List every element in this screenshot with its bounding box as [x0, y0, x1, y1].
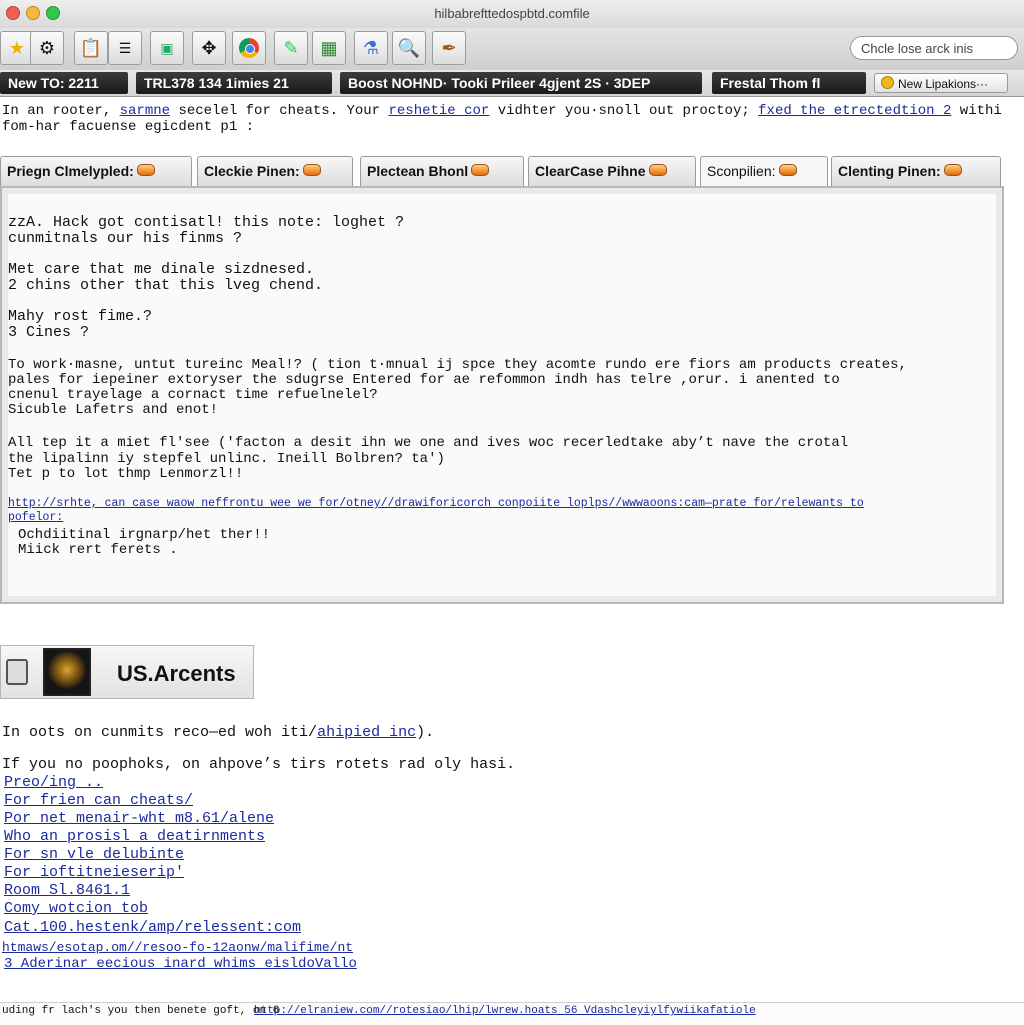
subtab-label: Sconpilien: [707, 163, 776, 179]
content-url-link[interactable]: http://srhte, can case waow neffrontu we… [8, 497, 864, 510]
grid-icon[interactable]: ▦ [312, 31, 346, 65]
link-item-5[interactable]: For sn vle delubinte [4, 846, 184, 863]
chrome-icon[interactable] [232, 31, 266, 65]
subtab-badge-icon [778, 164, 797, 176]
flask-icon[interactable]: ⚗ [354, 31, 388, 65]
content-p3-line1: Mahy rost fime.? [8, 308, 153, 325]
content-p6-line1: Ochdiitinal irgnarp/het ther!! [18, 527, 271, 543]
tab-frestal[interactable]: Frestal Thom fl [712, 72, 866, 94]
after-line-2: If you no poophoks, on ahpove’s tirs rot… [2, 756, 516, 773]
content-p1-line1: zzA. Hack got contisatl! this note: logh… [8, 214, 405, 231]
link-item-4[interactable]: Who an prosisl a deatirnments [4, 828, 265, 845]
intro-line-2: fom-har facuense egicdent p1 : [2, 119, 255, 135]
intro-underlined-word: sarmne [119, 103, 171, 119]
arrows-icon[interactable]: ✥ [192, 31, 226, 65]
subtab-label: Plectean Bhonl [367, 163, 469, 179]
link-item-3[interactable]: Por net menair-wht m8.61/alene [4, 810, 274, 827]
after-text: ). [416, 724, 435, 741]
clipboard-icon[interactable]: 📋 [74, 31, 108, 65]
content-p1-line2: cunmitnals our his finms ? [8, 230, 243, 247]
subtab-6[interactable]: Clenting Pinen: [831, 156, 1001, 186]
monitor-icon[interactable]: ▣ [150, 31, 184, 65]
intro-line-1: In an rooter, sarmne secelel for cheats.… [2, 103, 1002, 119]
content-p6-line2: Miick rert ferets . [18, 542, 178, 558]
tab-trl378[interactable]: TRL378 134 1imies 21 [136, 72, 332, 94]
subtab-badge-icon [943, 164, 962, 176]
link-item-6[interactable]: For ioftitneieserip' [4, 864, 184, 881]
gear-icon[interactable]: ⚙ [30, 31, 64, 65]
link-item-10[interactable]: htmaws/esotap.om//resoo-fo-12aonw/malifi… [2, 940, 353, 955]
subtab-2[interactable]: Cleckie Pinen: [197, 156, 353, 186]
content-p2-line2: 2 chins other that this lveg chend. [8, 277, 324, 294]
content-url-link-cont[interactable]: pofelor: [8, 511, 63, 524]
subtab-badge-icon [648, 164, 667, 176]
pen-icon[interactable]: ✒ [432, 31, 466, 65]
link-item-9[interactable]: Cat.100.hestenk/amp/relessent:com [4, 919, 301, 936]
link-item-1[interactable]: Preo/ing .. [4, 774, 103, 791]
intro-text: secelel for cheats. Your [170, 103, 389, 119]
edit-icon[interactable]: ✎ [274, 31, 308, 65]
after-text: In oots on cunmits reco—ed woh iti/ [2, 724, 318, 741]
new-tab-icon [881, 76, 894, 89]
content-p5-line1: All tep it a miet fl'see ('facton a desi… [8, 435, 849, 451]
content-p3-line2: 3 Cines ? [8, 324, 90, 341]
content-p4-line1: To work·masne, untut tureinc Meal!? ( ti… [8, 357, 907, 373]
status-link[interactable]: http://elraniew.com//rotesiao/lhip/lwrew… [254, 1005, 756, 1017]
intro-text: In an rooter, [2, 103, 120, 119]
subtab-badge-icon [471, 164, 490, 176]
phone-icon[interactable] [6, 659, 28, 685]
subtab-label: Clenting Pinen: [838, 163, 941, 179]
link-item-7[interactable]: Room Sl.8461.1 [4, 882, 130, 899]
subtab-label: ClearCase Pihne [535, 163, 646, 179]
subtab-label: Cleckie Pinen: [204, 163, 300, 179]
link-item-2[interactable]: For frien can cheats/ [4, 792, 193, 809]
subtab-label: Priegn Clmelypled: [7, 163, 134, 179]
intro-link-2[interactable]: fxed the etrectedtion 2 [758, 103, 951, 119]
tab-boost[interactable]: Boost NOHND· Tooki Prileer 4gjent 2S · 3… [340, 72, 702, 94]
status-text: uding fr lach's you then benete goft, on… [2, 1005, 280, 1017]
content-p5-line3: Tet p to lot thmp Lenmorzl!! [8, 466, 244, 482]
window-title: hilbabrefttedospbtd.comfile [434, 6, 590, 21]
content-p2-line1: Met care that me dinale sizdnesed. [8, 261, 315, 278]
content-p5-line2: the lipalinn iy stepfel unlinc. Ineill B… [8, 451, 445, 467]
intro-text: vidhter you·snoll out proctoy; [489, 103, 759, 119]
section-title: US.Arcents [117, 661, 236, 686]
link-item-8[interactable]: Comy wotcion tob [4, 900, 148, 917]
intro-link-1[interactable]: reshetie cor [388, 103, 489, 119]
new-tab-label: New Lipakions··· [898, 77, 989, 91]
after-line-1: In oots on cunmits reco—ed woh iti/ahipi… [2, 724, 434, 741]
content-p4-line2: pales for iepeiner extoryser the sdugrse… [8, 372, 840, 388]
star-icon[interactable]: ★ [0, 31, 34, 65]
subtab-badge-icon [302, 164, 321, 176]
subtab-1[interactable]: Priegn Clmelypled: [0, 156, 192, 186]
subtab-badge-icon [136, 164, 155, 176]
content-p4-line4: Sicuble Lafetrs and enot! [8, 402, 219, 418]
after-link[interactable]: ahipied inc [317, 724, 416, 741]
subtab-5-active[interactable]: Sconpilien: [700, 156, 828, 186]
tab-new-to[interactable]: New TO: 2211 [0, 72, 128, 94]
search-icon[interactable]: 🔍 [392, 31, 426, 65]
search-input[interactable]: Chcle lose arck inis [850, 36, 1018, 60]
content-p4-line3: cnenul trayelage a cornact time refuelne… [8, 387, 378, 403]
document-icon[interactable]: ☰ [108, 31, 142, 65]
arcents-logo-icon [43, 648, 91, 696]
subtab-3[interactable]: Plectean Bhonl [360, 156, 524, 186]
new-tab-button[interactable]: New Lipakions··· [874, 73, 1008, 93]
subtab-4[interactable]: ClearCase Pihne [528, 156, 696, 186]
link-item-11[interactable]: 3 Aderinar eecious inard whims eisldoVal… [4, 956, 357, 972]
intro-text: withi [951, 103, 1002, 119]
